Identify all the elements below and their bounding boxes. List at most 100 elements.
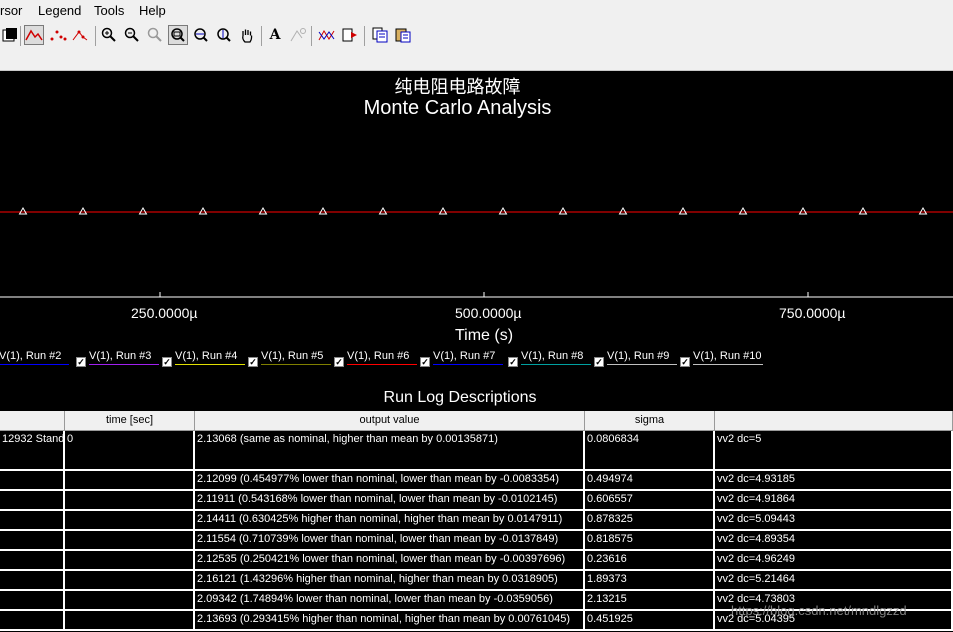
table-cell bbox=[65, 491, 195, 511]
copy-icon[interactable] bbox=[370, 25, 390, 45]
toolbar-separator bbox=[311, 26, 312, 46]
legend-checkbox[interactable]: ✓ bbox=[76, 357, 86, 367]
menu-bar: rsor Legend Tools Help bbox=[0, 0, 953, 22]
column-header[interactable]: time [sec] bbox=[65, 411, 195, 431]
table-cell: vv2 dc=4.91864 bbox=[715, 491, 953, 511]
zoom-y-icon[interactable] bbox=[214, 25, 234, 45]
table-cell: 0.606557 bbox=[585, 491, 715, 511]
zoom-area-icon[interactable] bbox=[168, 25, 188, 45]
legend-checkbox[interactable]: ✓ bbox=[248, 357, 258, 367]
series-marker bbox=[198, 207, 208, 215]
table-cell: 2.13693 (0.293415% higher than nominal, … bbox=[195, 611, 585, 631]
zoom-x-icon[interactable] bbox=[191, 25, 211, 45]
legend-swatch bbox=[607, 364, 677, 365]
table-cell: 2.12099 (0.454977% lower than nominal, l… bbox=[195, 471, 585, 491]
legend: V(1), Run #2 ✓ V(1), Run #3 ✓ V(1), Run #4 ✓ V… bbox=[0, 349, 953, 373]
legend-label: V(1), Run #4 bbox=[175, 350, 238, 362]
column-header[interactable] bbox=[715, 411, 953, 431]
series-marker bbox=[138, 207, 148, 215]
watermark-text: https://blog.csdn.net/mndlgzzd bbox=[731, 603, 907, 618]
legend-label: V(1), Run #5 bbox=[261, 350, 324, 362]
pan-hand-icon[interactable] bbox=[237, 25, 257, 45]
column-header[interactable] bbox=[0, 411, 65, 431]
table-cell bbox=[0, 551, 65, 571]
table-cell: 0.494974 bbox=[585, 471, 715, 491]
toolbar-separator bbox=[364, 26, 365, 46]
table-cell: vv2 dc=5.21464 bbox=[715, 571, 953, 591]
analog-trace-icon[interactable] bbox=[24, 25, 44, 45]
legend-label: V(1), Run #8 bbox=[521, 350, 584, 362]
legend-checkbox[interactable]: ✓ bbox=[334, 357, 344, 367]
menu-help[interactable]: Help bbox=[139, 3, 166, 18]
runlog-title: Run Log Descriptions bbox=[383, 389, 537, 406]
legend-label: V(1), Run #2 bbox=[0, 350, 62, 362]
chart-title: 纯电阻电路故障 bbox=[394, 77, 521, 98]
zoom-in-icon[interactable] bbox=[99, 25, 119, 45]
legend-checkbox[interactable]: ✓ bbox=[162, 357, 172, 367]
toolbar-strip bbox=[0, 50, 953, 71]
digital-dots-icon[interactable] bbox=[48, 25, 68, 45]
legend-swatch bbox=[347, 364, 417, 365]
table-cell bbox=[0, 571, 65, 591]
table-cell: 0 bbox=[65, 431, 195, 471]
table-cell: 1.89373 bbox=[585, 571, 715, 591]
legend-swatch bbox=[0, 364, 69, 365]
table-row[interactable]: 12932 Stand 0 2.13068 (same as nominal, hi… bbox=[0, 431, 953, 471]
legend-checkbox[interactable]: ✓ bbox=[508, 357, 518, 367]
series-marker bbox=[558, 207, 568, 215]
series-marker bbox=[78, 207, 88, 215]
table-row[interactable]: 2.11554 (0.710739% lower than nominal, l… bbox=[0, 531, 953, 551]
window-icon[interactable] bbox=[0, 25, 20, 45]
table-cell: 2.13215 bbox=[585, 591, 715, 611]
table-cell: 0.818575 bbox=[585, 531, 715, 551]
legend-checkbox[interactable]: ✓ bbox=[594, 357, 604, 367]
column-header[interactable]: output value bbox=[195, 411, 585, 431]
table-cell bbox=[0, 611, 65, 631]
table-cell: vv2 dc=4.89354 bbox=[715, 531, 953, 551]
table-cell: vv2 dc=5.09443 bbox=[715, 511, 953, 531]
legend-checkbox[interactable]: ✓ bbox=[680, 357, 690, 367]
column-header[interactable]: sigma bbox=[585, 411, 715, 431]
text-label-icon[interactable]: A bbox=[265, 25, 285, 45]
table-cell: 2.09342 (1.74894% lower than nominal, lo… bbox=[195, 591, 585, 611]
legend-swatch bbox=[693, 364, 763, 365]
chart-subtitle: Monte Carlo Analysis bbox=[363, 97, 552, 119]
legend-swatch bbox=[433, 364, 503, 365]
legend-label: V(1), Run #6 bbox=[347, 350, 410, 362]
table-cell: vv2 dc=4.96249 bbox=[715, 551, 953, 571]
table-cell bbox=[0, 491, 65, 511]
legend-checkbox[interactable]: ✓ bbox=[420, 357, 430, 367]
series-marker bbox=[18, 207, 28, 215]
table-row[interactable]: 2.16121 (1.43296% higher than nominal, h… bbox=[0, 571, 953, 591]
series-marker bbox=[918, 207, 928, 215]
x-tick-label: 750.0000µ bbox=[779, 305, 846, 321]
toolbar: A bbox=[0, 22, 953, 51]
menu-cursor[interactable]: rsor bbox=[0, 3, 22, 18]
table-cell bbox=[0, 591, 65, 611]
legend-swatch bbox=[261, 364, 331, 365]
legend-label: V(1), Run #9 bbox=[607, 350, 670, 362]
zoom-fit-icon[interactable] bbox=[145, 25, 165, 45]
table-row[interactable]: 2.11911 (0.543168% lower than nominal, l… bbox=[0, 491, 953, 511]
menu-legend[interactable]: Legend bbox=[38, 3, 81, 18]
digital-line-icon[interactable] bbox=[70, 25, 90, 45]
table-cell bbox=[65, 471, 195, 491]
series-marker bbox=[618, 207, 628, 215]
table-row[interactable]: 2.14411 (0.630425% higher than nominal, … bbox=[0, 511, 953, 531]
table-cell: 0.23616 bbox=[585, 551, 715, 571]
table-row[interactable]: 2.12535 (0.250421% lower than nominal, l… bbox=[0, 551, 953, 571]
table-row[interactable]: 2.12099 (0.454977% lower than nominal, l… bbox=[0, 471, 953, 491]
x-tick-label: 500.0000µ bbox=[455, 305, 522, 321]
export-icon[interactable] bbox=[340, 25, 360, 45]
waveform-plot[interactable] bbox=[0, 120, 953, 300]
table-cell: 0.0806834 bbox=[585, 431, 715, 471]
cursor-trace-icon[interactable] bbox=[317, 25, 337, 45]
menu-tools[interactable]: Tools bbox=[94, 3, 124, 18]
series-marker bbox=[498, 207, 508, 215]
table-cell: vv2 dc=5 bbox=[715, 431, 953, 471]
annotate-icon[interactable] bbox=[288, 25, 308, 45]
x-tick-label: 250.0000µ bbox=[131, 305, 198, 321]
paste-icon[interactable] bbox=[393, 25, 413, 45]
zoom-out-icon[interactable] bbox=[122, 25, 142, 45]
table-cell: 2.11554 (0.710739% lower than nominal, l… bbox=[195, 531, 585, 551]
